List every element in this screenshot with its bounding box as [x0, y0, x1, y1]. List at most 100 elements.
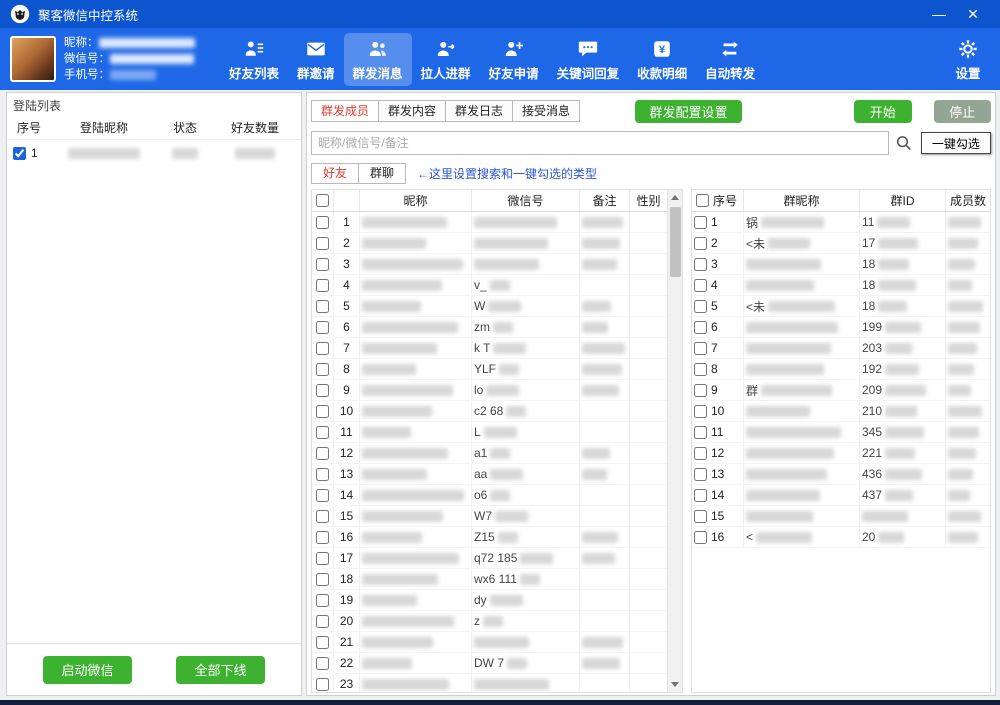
friend-row-checkbox[interactable]	[316, 573, 329, 586]
column-header: 微信号	[472, 190, 580, 211]
group-row-checkbox[interactable]	[694, 447, 707, 460]
one-key-select-button[interactable]: 一键勾选	[921, 132, 991, 154]
friend-row-checkbox[interactable]	[316, 426, 329, 439]
group-row-checkbox[interactable]	[694, 468, 707, 481]
redacted-text	[362, 343, 437, 354]
group-row-checkbox[interactable]	[694, 237, 707, 250]
friend-row-checkbox[interactable]	[316, 342, 329, 355]
search-input[interactable]	[311, 131, 889, 155]
nav-settings[interactable]: 设置	[946, 33, 990, 86]
group-row-checkbox[interactable]	[694, 216, 707, 229]
nav-pull-into-group[interactable]: 拉人进群	[412, 33, 480, 86]
nav-auto-forward[interactable]: 自动转发	[696, 33, 764, 86]
redacted-text	[362, 658, 412, 669]
row-index: 12	[340, 446, 353, 460]
friend-row: 23	[312, 674, 667, 692]
column-header	[334, 190, 360, 211]
friend-row-checkbox[interactable]	[316, 216, 329, 229]
redacted-text	[362, 280, 442, 291]
row-index: 12	[711, 446, 724, 460]
tab-mass-content[interactable]: 群发内容	[378, 100, 446, 122]
friend-row-checkbox[interactable]	[316, 279, 329, 292]
friend-row-checkbox[interactable]	[316, 552, 329, 565]
group-row-checkbox[interactable]	[694, 405, 707, 418]
start-wechat-button[interactable]: 启动微信	[43, 656, 131, 684]
group-row-checkbox[interactable]	[694, 510, 707, 523]
row-index: 8	[343, 362, 350, 376]
friend-row-checkbox[interactable]	[316, 657, 329, 670]
search-icon[interactable]	[895, 134, 913, 152]
group-row-checkbox[interactable]	[694, 258, 707, 271]
friend-row-checkbox[interactable]	[316, 468, 329, 481]
friend-row-checkbox[interactable]	[316, 636, 329, 649]
partial-text: 18	[862, 278, 875, 292]
nav-keyword-reply[interactable]: 关键词回复	[548, 33, 629, 86]
partial-text: DW 7	[474, 656, 504, 670]
tab-receive-message[interactable]: 接受消息	[512, 100, 580, 122]
friend-row-checkbox[interactable]	[316, 300, 329, 313]
nav-group-invite[interactable]: 群邀请	[288, 33, 344, 86]
scrollbar-up-button[interactable]	[668, 190, 682, 205]
friend-row-checkbox[interactable]	[316, 531, 329, 544]
group-row-checkbox[interactable]	[694, 279, 707, 292]
nav-mass-message[interactable]: 群发消息	[344, 33, 412, 86]
group-row-checkbox[interactable]	[694, 531, 707, 544]
scrollbar-thumb[interactable]	[670, 207, 681, 277]
type-hint-text: ←这里设置搜索和一键勾选的类型	[417, 165, 597, 182]
redacted-text	[948, 511, 981, 522]
group-row-checkbox[interactable]	[694, 363, 707, 376]
friend-row-checkbox[interactable]	[316, 363, 329, 376]
subtab-friends[interactable]: 好友	[311, 163, 359, 184]
group-row-checkbox[interactable]	[694, 426, 707, 439]
stop-button[interactable]: 停止	[934, 100, 991, 123]
friend-row-checkbox[interactable]	[316, 594, 329, 607]
group-row: 9群209	[692, 380, 990, 401]
friend-row-checkbox[interactable]	[316, 384, 329, 397]
chat-bubble-icon	[575, 37, 601, 61]
nav-friend-request[interactable]: 好友申请	[480, 33, 548, 86]
all-offline-button[interactable]: 全部下线	[176, 656, 264, 684]
toolbar-row: 群发成员 群发内容 群发日志 接受消息 群发配置设置 开始 停止	[311, 99, 991, 123]
minimize-button[interactable]: —	[922, 0, 956, 28]
login-row: 1	[7, 140, 301, 166]
friend-row-checkbox[interactable]	[316, 678, 329, 691]
tab-mass-log[interactable]: 群发日志	[445, 100, 513, 122]
friend-row-checkbox[interactable]	[316, 405, 329, 418]
column-header: 登陆昵称	[51, 119, 157, 136]
scrollbar-track[interactable]	[668, 205, 682, 677]
redacted-text	[948, 385, 971, 396]
subtab-group-chat[interactable]: 群聊	[358, 163, 406, 184]
friend-row-checkbox[interactable]	[316, 489, 329, 502]
group-row-checkbox[interactable]	[694, 489, 707, 502]
redacted-text	[474, 679, 549, 690]
friend-row-checkbox[interactable]	[316, 510, 329, 523]
friend-row-checkbox[interactable]	[316, 615, 329, 628]
scrollbar-down-button[interactable]	[668, 677, 682, 692]
group-row-checkbox[interactable]	[694, 384, 707, 397]
friends-scrollbar[interactable]	[667, 190, 682, 692]
friend-row-checkbox[interactable]	[316, 237, 329, 250]
login-row-checkbox[interactable]	[13, 147, 26, 160]
mass-config-button[interactable]: 群发配置设置	[635, 100, 742, 123]
partial-text: c2 68	[474, 404, 503, 418]
friends-select-all-checkbox[interactable]	[316, 194, 329, 207]
nav-payment-detail[interactable]: ¥ 收款明细	[628, 33, 696, 86]
friend-row-checkbox[interactable]	[316, 321, 329, 334]
redacted-text	[948, 406, 982, 417]
partial-text: L	[474, 425, 481, 439]
group-row-checkbox[interactable]	[694, 300, 707, 313]
start-button[interactable]: 开始	[854, 100, 911, 123]
group-row-checkbox[interactable]	[694, 342, 707, 355]
groups-select-all-checkbox[interactable]	[696, 194, 709, 207]
row-index: 13	[340, 467, 353, 481]
row-index: 16	[711, 530, 724, 544]
group-row-checkbox[interactable]	[694, 321, 707, 334]
friend-row-checkbox[interactable]	[316, 258, 329, 271]
tab-mass-members[interactable]: 群发成员	[311, 100, 379, 122]
partial-text: 437	[862, 488, 882, 502]
row-index: 9	[343, 383, 350, 397]
friend-row-checkbox[interactable]	[316, 447, 329, 460]
close-button[interactable]: ✕	[956, 0, 990, 28]
nav-friend-list[interactable]: 好友列表	[220, 33, 288, 86]
redacted-text	[768, 301, 835, 312]
